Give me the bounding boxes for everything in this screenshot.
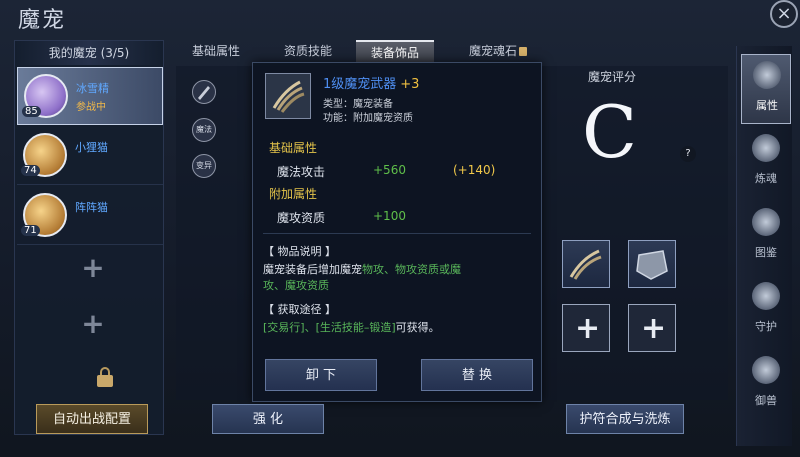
- equip-slot-empty[interactable]: +: [628, 304, 676, 352]
- side-tab-label: 属性: [756, 99, 778, 112]
- help-icon[interactable]: ?: [680, 146, 696, 162]
- source-title: 【 获取途径 】: [263, 303, 336, 316]
- side-tab-label: 图鉴: [755, 246, 777, 259]
- add-pet-slot[interactable]: +: [81, 310, 105, 338]
- extra-attributes-heading: 附加属性: [269, 187, 318, 201]
- wolf-emblem-icon: [753, 61, 781, 89]
- window-title: 魔宠: [18, 8, 67, 33]
- stat-value: +100: [373, 209, 406, 223]
- side-tab-codex[interactable]: 图鉴: [741, 202, 791, 272]
- soul-flame-icon: [752, 134, 780, 162]
- armor-icon: [636, 250, 668, 280]
- item-function: 功能：附加魔宠资质: [323, 113, 413, 124]
- tab-equipment[interactable]: 装备饰品: [356, 40, 434, 62]
- add-icon: +: [575, 311, 601, 346]
- tab-soul-stone-label: 魔宠魂石: [468, 44, 517, 58]
- source-line: [交易行]、[生活技能–锻造]可获得。: [263, 319, 440, 335]
- side-tab-beast-taming[interactable]: 御兽: [741, 350, 791, 420]
- source-text-highlight: [交易行]、[生活技能–锻造]: [263, 321, 396, 334]
- pet-list-title: 我的魔宠 (3/5): [15, 41, 163, 65]
- stat-label: 魔法攻击: [277, 165, 326, 179]
- stat-value: +560: [373, 163, 406, 177]
- weapon-mini-icon[interactable]: [192, 80, 216, 104]
- lock-icon: [97, 367, 113, 387]
- pet-slot-2[interactable]: 74 小狸猫: [17, 127, 163, 185]
- stat-label: 魔攻资质: [277, 211, 326, 225]
- pet-name: 冰雪精: [76, 82, 109, 95]
- unequip-button[interactable]: 卸 下: [265, 359, 377, 391]
- item-type: 类型：魔宠装备: [323, 99, 393, 110]
- equip-slot-armor[interactable]: [628, 240, 676, 288]
- vortex-icon: [752, 282, 780, 310]
- pet-slot-3[interactable]: 71 阵阵猫: [17, 187, 163, 245]
- base-attributes-heading: 基础属性: [269, 141, 318, 155]
- pet-name: 小狸猫: [75, 141, 108, 154]
- side-tab-attributes[interactable]: 属性: [741, 54, 791, 124]
- pet-level: 71: [21, 225, 40, 236]
- pet-list-panel: 我的魔宠 (3/5) 85 冰雪精 参战中 74 小狸猫 71 阵阵猫 + +: [14, 40, 164, 435]
- stat-bonus: (+140): [453, 163, 496, 177]
- add-icon: +: [641, 311, 667, 346]
- side-tab-label: 守护: [755, 320, 777, 333]
- replace-button[interactable]: 替 换: [421, 359, 533, 391]
- mutation-mini-icon[interactable]: 变异: [192, 154, 216, 178]
- pet-window: 魔宠 × 我的魔宠 (3/5) 85 冰雪精 参战中 74 小狸猫 71 阵阵猫…: [0, 0, 800, 457]
- card-book-icon: [752, 208, 780, 236]
- strengthen-button[interactable]: 强 化: [212, 404, 324, 434]
- side-tab-label: 炼魂: [755, 172, 777, 185]
- desc-line-2: 攻、魔攻资质: [263, 277, 329, 293]
- item-name-text: 1级魔宠武器: [323, 77, 397, 92]
- desc-text-highlight: 物攻、物攻资质或魔: [362, 263, 461, 276]
- desc-text-highlight: 攻、魔攻资质: [263, 279, 329, 292]
- desc-text: 魔宠装备后增加魔宠: [263, 263, 362, 276]
- auto-deploy-button[interactable]: 自动出战配置: [36, 404, 148, 434]
- claw-weapon-icon: [569, 249, 602, 280]
- add-pet-slot[interactable]: +: [81, 254, 105, 282]
- rating-title: 魔宠评分: [588, 70, 637, 84]
- side-tab-soul-refine[interactable]: 炼魂: [741, 128, 791, 198]
- item-tooltip: 1级魔宠武器 +3 类型：魔宠装备 功能：附加魔宠资质 基础属性 魔法攻击 +56…: [252, 62, 542, 402]
- rating-grade: C: [582, 90, 638, 174]
- pet-slot-1[interactable]: 85 冰雪精 参战中: [17, 67, 163, 125]
- tab-aptitude-skills[interactable]: 资质技能: [270, 40, 346, 62]
- pet-level: 74: [21, 165, 40, 176]
- pet-level: 85: [22, 106, 41, 117]
- tab-basic-attributes[interactable]: 基础属性: [178, 40, 254, 62]
- desc-line-1: 魔宠装备后增加魔宠物攻、物攻资质或魔: [263, 261, 461, 277]
- item-name: 1级魔宠武器 +3: [323, 73, 419, 92]
- pet-status: 参战中: [76, 102, 106, 113]
- desc-title: 【 物品说明 】: [263, 245, 336, 258]
- divider: [263, 233, 531, 234]
- source-text: 可获得。: [395, 321, 440, 334]
- close-button[interactable]: ×: [770, 0, 798, 28]
- item-enhance-level: +3: [400, 77, 420, 92]
- side-nav: 属性 炼魂 图鉴 守护 御兽: [736, 46, 792, 446]
- pet-name: 阵阵猫: [75, 201, 108, 214]
- beast-mask-icon: [752, 356, 780, 384]
- lock-icon: [519, 47, 527, 56]
- claw-weapon-icon: [265, 73, 311, 119]
- talisman-synthesis-button[interactable]: 护符合成与洗炼: [566, 404, 684, 434]
- equip-slot-empty[interactable]: +: [562, 304, 610, 352]
- equip-slot-weapon[interactable]: [562, 240, 610, 288]
- side-tab-label: 御兽: [755, 394, 777, 407]
- side-tab-guard[interactable]: 守护: [741, 276, 791, 346]
- magic-mini-icon[interactable]: 魔法: [192, 118, 216, 142]
- tab-soul-stone[interactable]: 魔宠魂石: [458, 40, 538, 62]
